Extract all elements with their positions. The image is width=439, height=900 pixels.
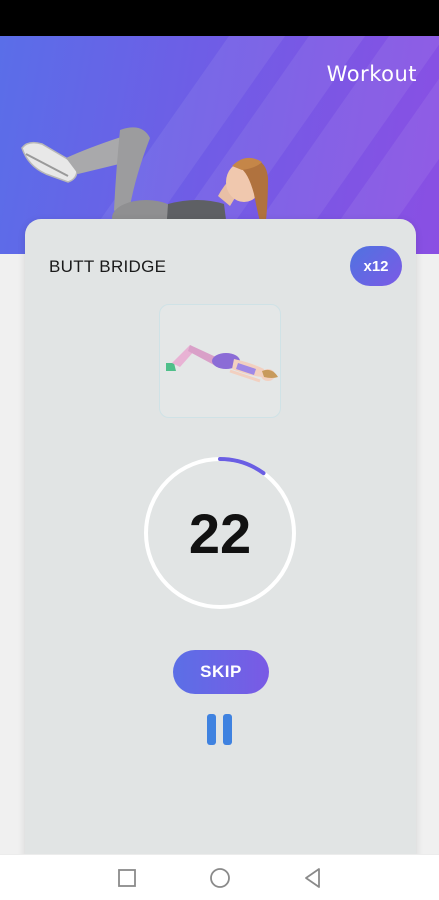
- pause-icon[interactable]: [205, 711, 235, 747]
- butt-bridge-illustration: [166, 345, 278, 383]
- countdown-timer: 22: [142, 455, 298, 611]
- triangle-back-icon[interactable]: [300, 865, 326, 891]
- rep-count-badge: x12: [350, 246, 402, 286]
- circle-icon[interactable]: [207, 865, 233, 891]
- timer-value: 22: [188, 501, 252, 565]
- exercise-card: BUTT BRIDGE x12 22 SKIP: [25, 219, 416, 859]
- exercise-name: BUTT BRIDGE: [49, 257, 167, 276]
- exercise-thumbnail: [159, 304, 281, 418]
- system-navigation-bar: [0, 854, 439, 900]
- page-title: Workout: [326, 62, 417, 86]
- skip-button[interactable]: SKIP: [173, 650, 269, 694]
- status-bar: [0, 0, 439, 36]
- square-icon[interactable]: [114, 865, 140, 891]
